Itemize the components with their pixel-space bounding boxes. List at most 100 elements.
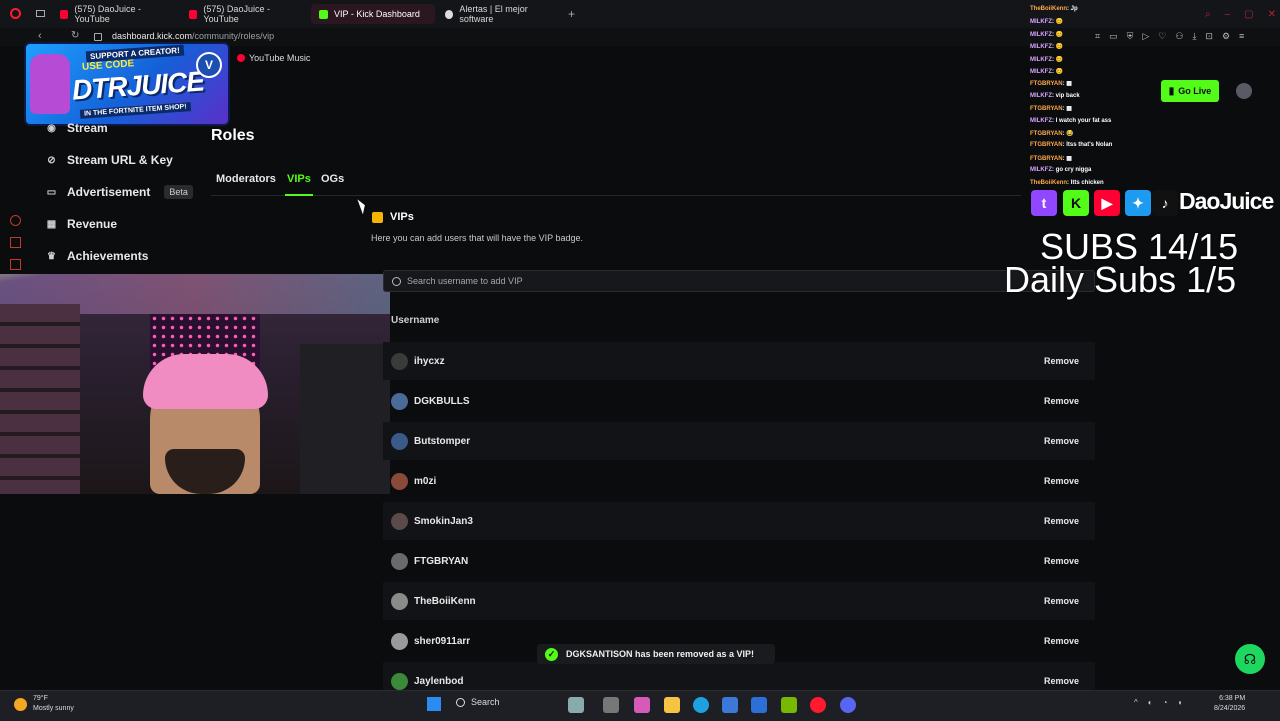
volume-icon[interactable]: ◖ bbox=[1177, 698, 1182, 707]
remove-vip-button[interactable]: Remove bbox=[1044, 516, 1079, 526]
menu-icon[interactable]: ≡ bbox=[1239, 31, 1244, 42]
chat-username: FTGBRYAN bbox=[1030, 155, 1063, 162]
close-icon[interactable]: ✕ bbox=[1268, 9, 1276, 20]
sidebar-icon[interactable] bbox=[10, 237, 21, 248]
toast-message: DGKSANTISON has been removed as a VIP! bbox=[566, 649, 755, 659]
avatar bbox=[391, 392, 408, 410]
task-view-icon[interactable] bbox=[603, 697, 619, 713]
tab-label: (575) DaoJuice - YouTube bbox=[74, 4, 141, 24]
nav-item-stream-url-key[interactable]: ⊘ Stream URL & Key bbox=[46, 153, 173, 167]
sidebar-icon[interactable] bbox=[10, 215, 21, 226]
chat-text: : 😂 bbox=[1062, 131, 1074, 137]
browser-tab-bar: (575) DaoJuice - YouTube (575) DaoJuice … bbox=[0, 0, 1280, 28]
chat-message: MILKFZ: vip back bbox=[1030, 93, 1080, 99]
clock[interactable]: 6:38 PM 8/24/2026 bbox=[1214, 694, 1245, 714]
pin-icon[interactable]: ⌗ bbox=[1095, 31, 1100, 42]
bookmark-youtube-music[interactable]: YouTube Music bbox=[237, 53, 310, 63]
nvidia-icon[interactable] bbox=[781, 697, 797, 713]
chat-message: FTGBRYAN: ▦ bbox=[1030, 155, 1072, 162]
active-tab-indicator bbox=[285, 194, 313, 196]
download-icon[interactable]: ⤓ bbox=[1192, 31, 1196, 42]
vip-username: TheBoiiKenn bbox=[414, 595, 476, 607]
edge-icon[interactable] bbox=[693, 697, 709, 713]
ai-icon[interactable]: ⚙ bbox=[1222, 31, 1230, 42]
chevron-up-icon[interactable]: ^ bbox=[1134, 698, 1138, 707]
tab-ogs[interactable]: OGs bbox=[321, 173, 344, 185]
help-chat-button[interactable]: ☊ bbox=[1235, 644, 1265, 674]
remove-vip-button[interactable]: Remove bbox=[1044, 476, 1079, 486]
camera-icon[interactable]: ⊡ bbox=[1205, 31, 1213, 42]
discord-icon[interactable] bbox=[840, 697, 856, 713]
nav-item-achievements[interactable]: ♛ Achievements bbox=[46, 249, 148, 263]
chat-username: MILKFZ bbox=[1030, 117, 1052, 124]
file-explorer-icon[interactable] bbox=[664, 697, 680, 713]
header-toolbar: ⌗ ▭ ⛨ ▷ ♡ ⚇ ⤓ ⊡ ⚙ ≡ bbox=[1095, 31, 1244, 42]
chat-text: : go cry nigga bbox=[1052, 167, 1092, 174]
nav-item-stream[interactable]: ◉ Stream bbox=[46, 121, 108, 135]
minimize-icon[interactable]: – bbox=[1225, 9, 1231, 20]
wifi-icon[interactable]: ◔ bbox=[1163, 698, 1168, 707]
chat-text: : 😊 bbox=[1052, 69, 1064, 75]
tab-vips[interactable]: VIPs bbox=[287, 173, 311, 185]
back-icon[interactable]: ‹ bbox=[38, 30, 42, 42]
avatar bbox=[391, 432, 408, 450]
search-label: Search bbox=[471, 697, 500, 707]
sun-icon bbox=[14, 697, 27, 711]
nav-item-advertisement[interactable]: ▭ Advertisement Beta bbox=[46, 185, 193, 199]
tab-moderators[interactable]: Moderators bbox=[216, 173, 276, 185]
outlook-icon[interactable] bbox=[751, 697, 767, 713]
tab-kick-dashboard[interactable]: VIP - Kick Dashboard bbox=[311, 4, 435, 24]
profile-icon[interactable]: ⚇ bbox=[1175, 31, 1183, 42]
opera-icon[interactable] bbox=[810, 697, 826, 713]
copilot-icon[interactable] bbox=[634, 697, 650, 713]
remove-vip-button[interactable]: Remove bbox=[1044, 596, 1079, 606]
heart-icon[interactable]: ♡ bbox=[1158, 31, 1166, 42]
chat-text: : 😊 bbox=[1052, 44, 1064, 51]
remove-vip-button[interactable]: Remove bbox=[1044, 556, 1079, 566]
avatar[interactable] bbox=[1236, 83, 1252, 99]
url-field[interactable]: dashboard.kick.com/community/roles/vip bbox=[112, 31, 274, 41]
kick-k-icon: ▮ bbox=[1168, 85, 1175, 97]
vip-search-input[interactable] bbox=[407, 276, 1007, 286]
headset-icon: ☊ bbox=[1243, 650, 1257, 667]
search-icon[interactable]: ⌕ bbox=[1205, 9, 1211, 20]
go-live-button[interactable]: ▮ Go Live bbox=[1161, 80, 1219, 102]
tab-youtube-2[interactable]: (575) DaoJuice - YouTube bbox=[181, 4, 309, 24]
new-tab-button[interactable]: + bbox=[568, 7, 575, 21]
windows-start-icon[interactable] bbox=[427, 697, 441, 711]
beta-badge: Beta bbox=[164, 185, 193, 199]
lock-icon bbox=[94, 33, 102, 41]
vip-search-field[interactable] bbox=[383, 270, 1095, 292]
vip-username: FTGBRYAN bbox=[414, 555, 469, 567]
shield-icon[interactable]: ⛨ bbox=[1127, 31, 1134, 42]
avatar bbox=[391, 472, 408, 490]
tab-youtube-1[interactable]: (575) DaoJuice - YouTube bbox=[52, 4, 180, 24]
remove-vip-button[interactable]: Remove bbox=[1044, 396, 1079, 406]
tab-menu-icon[interactable] bbox=[36, 10, 45, 17]
tab-alertas[interactable]: Alertas | El mejor software bbox=[437, 4, 565, 24]
chat-message: FTGBRYAN: ▦ bbox=[1030, 80, 1072, 87]
weather-widget[interactable]: 79°F Mostly sunny bbox=[14, 694, 74, 714]
taskbar-search[interactable]: Search bbox=[456, 697, 500, 707]
chat-message: MILKFZ: 😊 bbox=[1030, 56, 1063, 63]
maximize-icon[interactable]: ▢ bbox=[1244, 9, 1253, 20]
network-icon[interactable]: ◐ bbox=[1148, 698, 1153, 707]
remove-vip-button[interactable]: Remove bbox=[1044, 356, 1079, 366]
chat-message: TheBoiiKenn: Itts chicken bbox=[1030, 180, 1104, 186]
tab-label: VIP - Kick Dashboard bbox=[334, 9, 420, 19]
taskbar-app-icon[interactable] bbox=[568, 697, 584, 713]
remove-vip-button[interactable]: Remove bbox=[1044, 676, 1079, 686]
vip-username: SmokinJan3 bbox=[414, 515, 473, 527]
remove-vip-button[interactable]: Remove bbox=[1044, 436, 1079, 446]
store-icon[interactable] bbox=[722, 697, 738, 713]
opera-logo-icon[interactable] bbox=[10, 8, 21, 19]
tab-icon[interactable]: ▭ bbox=[1109, 31, 1118, 42]
vip-badge-icon bbox=[372, 211, 383, 223]
sidebar-icon[interactable] bbox=[10, 259, 21, 270]
remove-vip-button[interactable]: Remove bbox=[1044, 636, 1079, 646]
reload-icon[interactable]: ↻ bbox=[71, 30, 79, 41]
play-icon[interactable]: ▷ bbox=[1142, 31, 1149, 42]
kick-icon: K bbox=[1063, 190, 1089, 216]
chat-username: MILKFZ bbox=[1030, 31, 1052, 38]
nav-item-revenue[interactable]: ▦ Revenue bbox=[46, 217, 117, 231]
